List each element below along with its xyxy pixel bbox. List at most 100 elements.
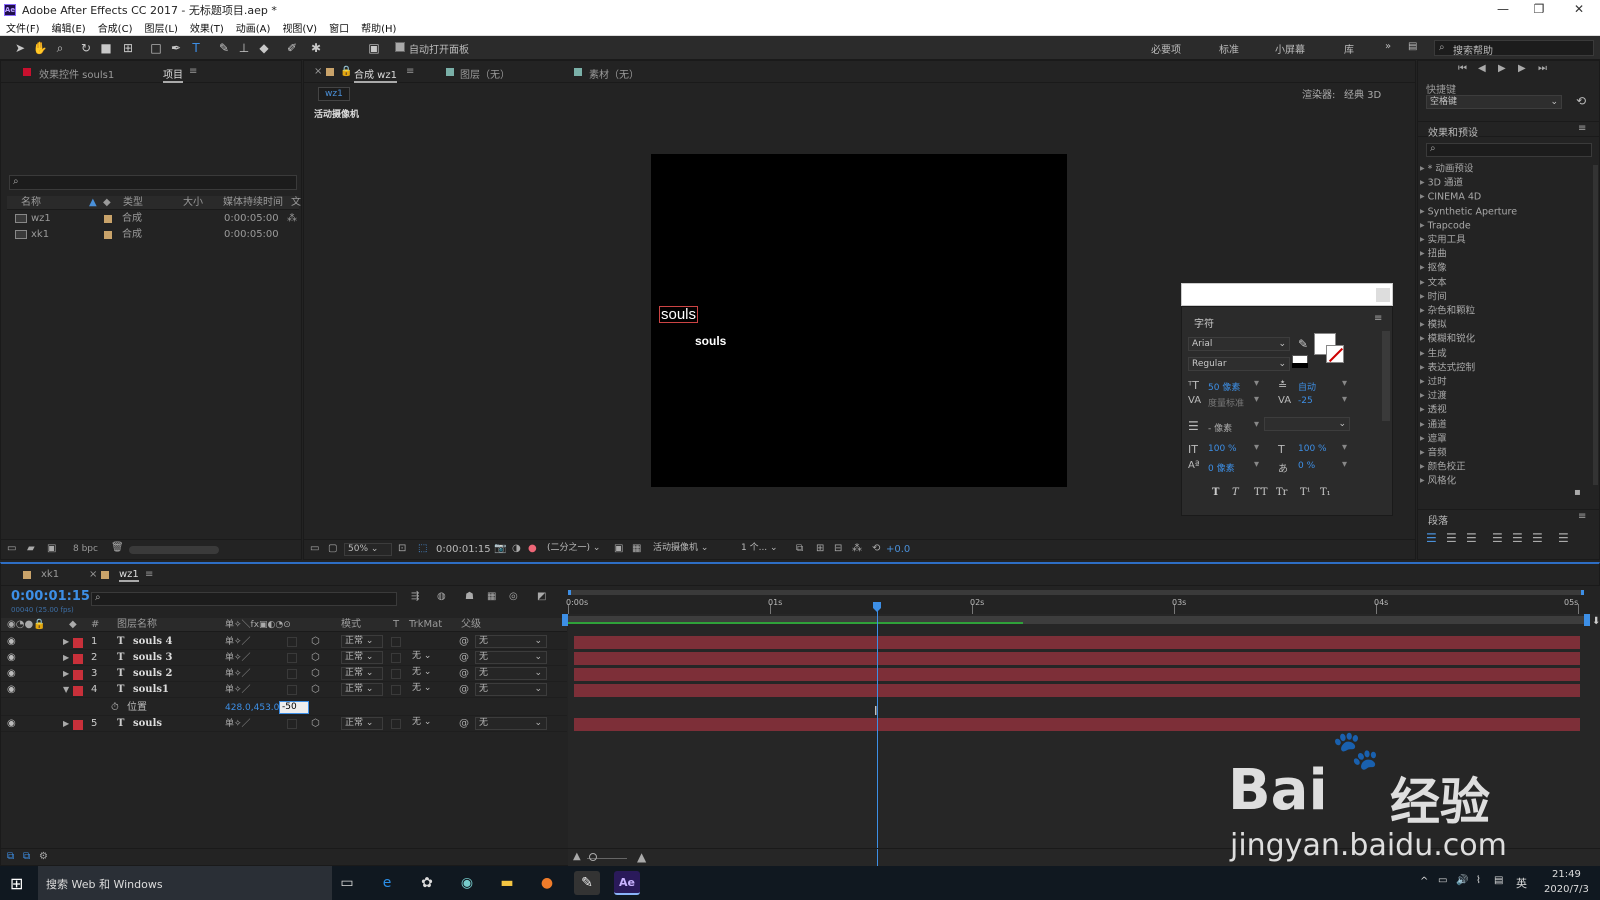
menu-composition[interactable]: 合成(C) (92, 20, 139, 35)
tab-footage[interactable]: 素材（无） (589, 66, 639, 81)
more-workspaces-icon[interactable]: » (1385, 41, 1391, 52)
col-size[interactable]: 大小 (183, 196, 203, 210)
panel-toggle-icon[interactable]: ▣ (366, 40, 382, 56)
taskbar-search[interactable]: 搜索 Web 和 Windows (38, 866, 332, 900)
leading-value[interactable]: 自动 (1298, 380, 1316, 393)
windows-start-icon[interactable]: ⊞ (10, 874, 23, 893)
workspace-essentials[interactable]: 必要项 (1151, 41, 1181, 56)
preserve-transparency-box[interactable] (391, 719, 401, 729)
effects-category-item[interactable]: 音频 (1420, 446, 1447, 460)
fit-icon[interactable]: ⊡ (398, 543, 406, 554)
toggle-pixel-icon[interactable]: ⧉ (796, 543, 803, 554)
black-swatch[interactable] (1292, 363, 1308, 368)
notifications-icon[interactable]: ▤ (1494, 875, 1503, 886)
views-layout-select[interactable]: 1 个... ⌄ (738, 543, 790, 556)
layer-name[interactable]: souls 3 (133, 650, 172, 666)
kerning-dropdown-icon[interactable]: ▾ (1254, 394, 1259, 405)
timeline-timecode[interactable]: 0:00:01:15 (11, 589, 90, 604)
effects-category-item[interactable]: 抠像 (1420, 261, 1447, 275)
work-area-end-handle[interactable] (1584, 614, 1590, 626)
layer-switches[interactable]: 单✧／ (225, 666, 251, 682)
resolution-select[interactable]: (二分之一) ⌄ (544, 543, 606, 556)
3d-layer-icon[interactable]: ⬡ (311, 650, 320, 666)
type-tool-icon[interactable]: T (188, 40, 204, 56)
justify-center-icon[interactable]: ☰ (1512, 531, 1523, 545)
new-composition-icon[interactable]: ▣ (47, 543, 56, 554)
trkmat-select[interactable]: 无 ⌄ (409, 683, 451, 696)
show-snapshot-icon[interactable]: ◑ (512, 543, 521, 554)
font-size-dropdown-icon[interactable]: ▾ (1254, 378, 1259, 389)
tracking-value[interactable]: -25 (1298, 396, 1313, 406)
zoom-slider-thumb[interactable] (589, 853, 597, 861)
leading-dropdown-icon[interactable]: ▾ (1342, 378, 1347, 389)
layer-label-color[interactable] (73, 686, 83, 696)
time-ruler[interactable]: 0:00s 01s 02s 03s 04s 05s (566, 598, 1584, 614)
safe-zones-icon[interactable]: ⬚ (418, 543, 427, 554)
layer-switches[interactable]: 单✧／ (225, 682, 251, 698)
parent-select[interactable]: 无 ⌄ (475, 667, 547, 680)
effects-category-item[interactable]: CINEMA 4D (1420, 190, 1482, 204)
layer-row[interactable]: ◉ ▶ 5 Tsouls 单✧／ ⬡ 正常 ⌄ 无 ⌄ @ 无 ⌄ (1, 716, 567, 732)
all-caps-button[interactable]: TT (1254, 487, 1268, 498)
menu-effect[interactable]: 效果(T) (184, 20, 230, 35)
eye-icon[interactable]: ◉ (7, 716, 16, 732)
stroke-width-dropdown-icon[interactable]: ▾ (1254, 419, 1259, 430)
layer-name[interactable]: souls1 (133, 682, 169, 698)
baseline-dropdown-icon[interactable]: ▾ (1254, 459, 1259, 470)
effects-category-item[interactable]: 风格化 (1420, 474, 1457, 488)
effects-category-item[interactable]: 文本 (1420, 276, 1447, 290)
minimize-icon[interactable]: — (1486, 0, 1520, 19)
align-left-icon[interactable]: ☰ (1426, 531, 1437, 545)
menu-edit[interactable]: 编辑(E) (46, 20, 92, 35)
effects-category-item[interactable]: * 动画预设 (1420, 162, 1474, 176)
col-layer-name[interactable]: 图层名称 (117, 618, 157, 632)
blend-mode-select[interactable]: 正常 ⌄ (341, 635, 383, 648)
effects-category-item[interactable]: 3D 通道 (1420, 176, 1463, 190)
panel-menu-icon[interactable]: ≡ (1374, 313, 1382, 324)
menu-layer[interactable]: 图层(L) (138, 20, 183, 35)
tab-wz1[interactable]: wz1 (119, 569, 139, 582)
layer-duration-bar[interactable] (574, 668, 1580, 681)
app-icon[interactable]: ✿ (414, 871, 440, 895)
collapse-icon[interactable]: ▼ (63, 682, 69, 698)
work-area-bar[interactable] (568, 616, 1584, 624)
justify-right-icon[interactable]: ☰ (1532, 531, 1543, 545)
preserve-transparency-box[interactable] (391, 669, 401, 679)
col-file[interactable]: 文 (291, 196, 301, 210)
zoom-out-icon[interactable]: ▲ (573, 851, 581, 862)
faux-bold-button[interactable]: T (1212, 487, 1219, 498)
switch-box[interactable] (287, 685, 297, 695)
network-icon[interactable]: ⌇ (1476, 875, 1481, 886)
timeline-search-input[interactable]: ⌕ (91, 592, 397, 606)
toggle-modes-icon[interactable]: ⧉ (23, 851, 30, 862)
layer-switches[interactable]: 单✧／ (225, 716, 251, 732)
playhead-line[interactable] (877, 610, 878, 868)
current-time[interactable]: 0:00:01:15 (436, 544, 491, 555)
pen-tool-icon[interactable]: ✒ (168, 40, 184, 56)
puppet-tool-icon[interactable]: ✱ (308, 40, 324, 56)
effects-search-input[interactable]: ⌕ (1426, 143, 1592, 157)
font-style-select[interactable]: Regular ⌄ (1188, 357, 1290, 371)
superscript-button[interactable]: T¹ (1300, 487, 1311, 498)
layer-duration-bar[interactable] (574, 636, 1580, 649)
workspace-small-screen[interactable]: 小屏幕 (1275, 41, 1305, 56)
canvas-text-souls[interactable]: souls (695, 334, 726, 348)
rotate-tool-icon[interactable]: ↻ (78, 40, 94, 56)
layer-duration-bar[interactable] (574, 652, 1580, 665)
graph-editor-icon[interactable]: ◩ (537, 591, 546, 602)
search-help-input[interactable]: ⌕ 搜索帮助 (1434, 40, 1594, 57)
expand-icon[interactable]: ▶ (63, 666, 69, 682)
trash-icon[interactable]: 🗑 (111, 542, 124, 553)
tsume-dropdown-icon[interactable]: ▾ (1342, 459, 1347, 470)
menu-view[interactable]: 视图(V) (276, 20, 323, 35)
workspace-menu-icon[interactable]: ▤ (1408, 41, 1417, 52)
auto-open-checkbox[interactable] (395, 42, 405, 52)
layer-switches[interactable]: 单✧／ (225, 650, 251, 666)
monitor-icon[interactable]: ▢ (328, 543, 337, 554)
shortcut-select[interactable]: 空格键 ⌄ (1426, 95, 1562, 109)
draft-3d-icon[interactable]: ◍ (437, 591, 446, 602)
paint-icon[interactable]: ✎ (574, 871, 600, 895)
menu-file[interactable]: 文件(F) (0, 20, 46, 35)
close-tab-icon[interactable]: × (89, 569, 97, 580)
3d-layer-icon[interactable]: ⬡ (311, 666, 320, 682)
